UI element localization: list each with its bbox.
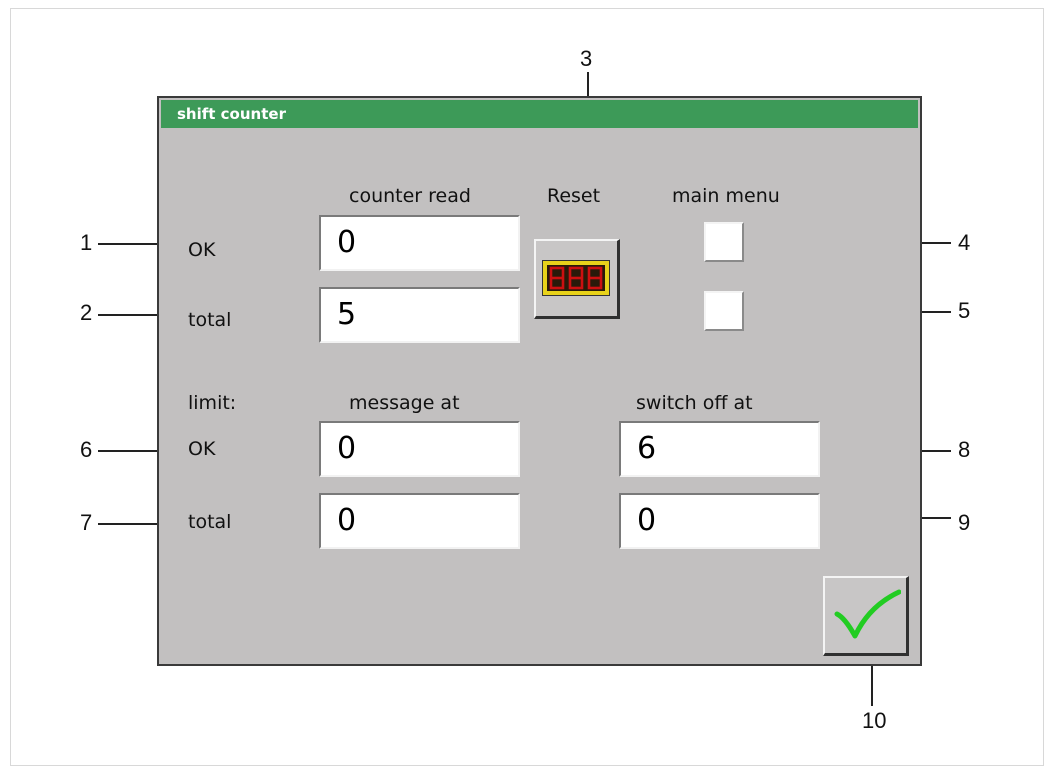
counter-total-field[interactable]: 5 bbox=[319, 287, 520, 343]
callout-7: 7 bbox=[80, 510, 93, 535]
main-menu-checkbox-total[interactable] bbox=[704, 291, 744, 331]
reset-button[interactable] bbox=[534, 239, 620, 319]
header-reset: Reset bbox=[547, 185, 601, 207]
callout-5: 5 bbox=[958, 298, 971, 323]
callout-9: 9 bbox=[958, 510, 971, 535]
callout-2: 2 bbox=[80, 300, 93, 325]
header-message-at: message at bbox=[349, 392, 460, 414]
counter-display-icon bbox=[541, 259, 611, 297]
checkmark-icon bbox=[831, 588, 902, 644]
header-main-menu: main menu bbox=[672, 185, 780, 207]
row-label-total: total bbox=[188, 309, 232, 331]
switch-off-ok-field[interactable]: 6 bbox=[619, 421, 820, 477]
message-at-total-field[interactable]: 0 bbox=[319, 493, 520, 549]
confirm-button[interactable] bbox=[823, 576, 909, 656]
switch-off-total-field[interactable]: 0 bbox=[619, 493, 820, 549]
limit-row-label-total: total bbox=[188, 511, 232, 533]
callout-1: 1 bbox=[80, 230, 93, 255]
message-at-ok-field[interactable]: 0 bbox=[319, 421, 520, 477]
callout-6: 6 bbox=[80, 437, 93, 462]
callout-4: 4 bbox=[958, 230, 971, 255]
callout-10: 10 bbox=[862, 708, 887, 733]
header-switch-off-at: switch off at bbox=[636, 392, 753, 414]
callout-3: 3 bbox=[580, 46, 593, 71]
limit-row-label-ok: OK bbox=[188, 438, 216, 460]
main-menu-checkbox-ok[interactable] bbox=[704, 222, 744, 262]
header-counter-read: counter read bbox=[349, 185, 471, 207]
shift-counter-window: shift counter counter read Reset main me… bbox=[157, 96, 922, 666]
counter-ok-field[interactable]: 0 bbox=[319, 215, 520, 271]
callout-8: 8 bbox=[958, 437, 971, 462]
row-label-ok: OK bbox=[188, 239, 216, 261]
limit-label: limit: bbox=[188, 392, 237, 414]
window-title: shift counter bbox=[161, 100, 918, 128]
